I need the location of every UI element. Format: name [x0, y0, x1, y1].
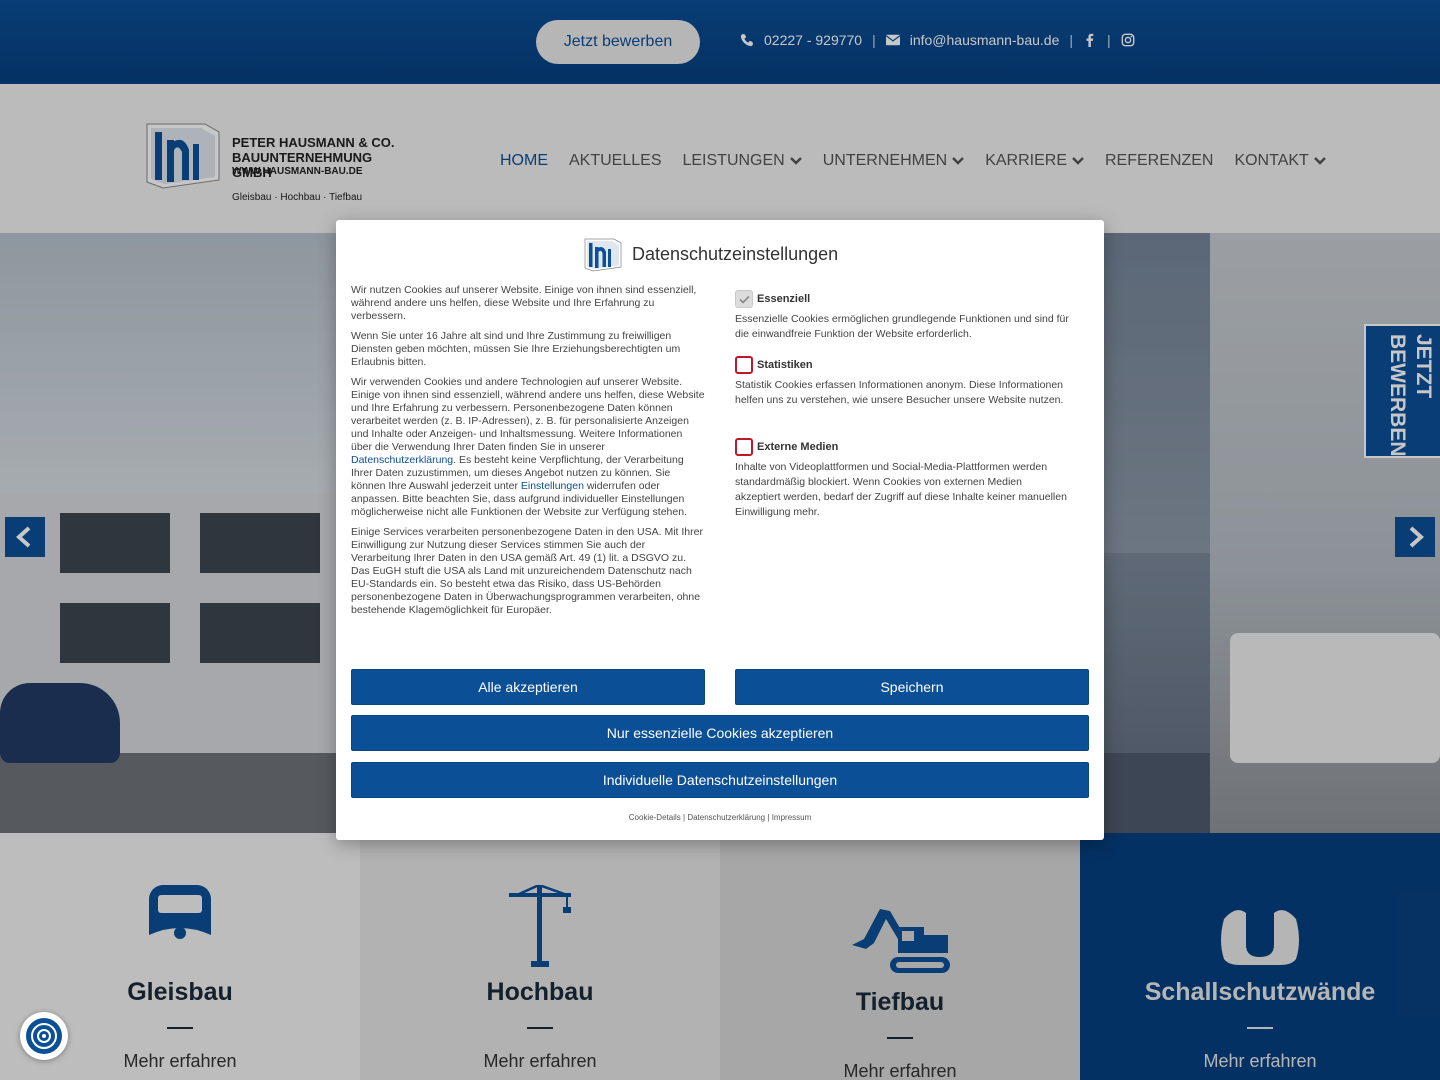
individual-settings-button[interactable]: Individuelle Datenschutzeinstellungen — [351, 762, 1089, 798]
privacy-settings-modal: Datenschutzeinstellungen Wir nutzen Cook… — [336, 220, 1104, 840]
text: Wir verwenden Cookies und andere Technol… — [351, 376, 705, 453]
privacy-policy-link[interactable]: Datenschutzerklärung — [351, 454, 453, 466]
age-paragraph: Wenn Sie unter 16 Jahre alt sind und Ihr… — [351, 330, 681, 368]
accept-essential-only-button[interactable]: Nur essenzielle Cookies akzeptieren — [351, 715, 1089, 751]
category-label: Externe Medien — [757, 441, 839, 453]
modal-description: Wir nutzen Cookies auf unserer Website. … — [351, 284, 706, 624]
category-statistiken: Statistiken Statistik Cookies erfassen I… — [735, 356, 1070, 408]
category-label: Statistiken — [757, 359, 813, 371]
cookies-paragraph: Wir verwenden Cookies und andere Technol… — [351, 376, 706, 519]
settings-link[interactable]: Einstellungen — [521, 480, 584, 492]
footer-privacy-link[interactable]: Datenschutzerklärung — [687, 813, 765, 822]
modal-logo-icon — [584, 238, 622, 272]
category-header: Statistiken — [735, 356, 1070, 374]
category-essenziell: Essenziell Essenzielle Cookies ermöglich… — [735, 290, 1070, 342]
intro-paragraph: Wir nutzen Cookies auf unserer Website. … — [351, 284, 697, 322]
category-description: Essenzielle Cookies ermöglichen grundleg… — [735, 313, 1069, 340]
check-icon — [738, 295, 750, 304]
modal-title: Datenschutzeinstellungen — [632, 244, 839, 264]
category-description: Statistik Cookies erfassen Informationen… — [735, 379, 1064, 406]
usa-paragraph: Einige Services verarbeiten personenbezo… — [351, 526, 703, 616]
cookie-details-link[interactable]: Cookie-Details — [629, 813, 681, 822]
category-label: Essenziell — [757, 293, 811, 305]
fingerprint-icon — [26, 1018, 62, 1054]
category-header: Essenziell — [735, 290, 1070, 308]
externe-medien-checkbox[interactable] — [735, 438, 753, 456]
footer-separator: | — [767, 813, 770, 822]
statistiken-checkbox[interactable] — [735, 356, 753, 374]
essenziell-checkbox[interactable] — [735, 290, 753, 308]
privacy-settings-fab[interactable] — [20, 1012, 68, 1060]
footer-imprint-link[interactable]: Impressum — [772, 813, 812, 822]
save-button[interactable]: Speichern — [735, 669, 1089, 705]
modal-footer-links: Cookie-Details | Datenschutzerklärung | … — [336, 813, 1104, 822]
category-description: Inhalte von Videoplattformen und Social-… — [735, 461, 1067, 518]
accept-all-button[interactable]: Alle akzeptieren — [351, 669, 705, 705]
category-externe-medien: Externe Medien Inhalte von Videoplattfor… — [735, 438, 1070, 520]
category-header: Externe Medien — [735, 438, 1070, 456]
footer-separator: | — [683, 813, 686, 822]
